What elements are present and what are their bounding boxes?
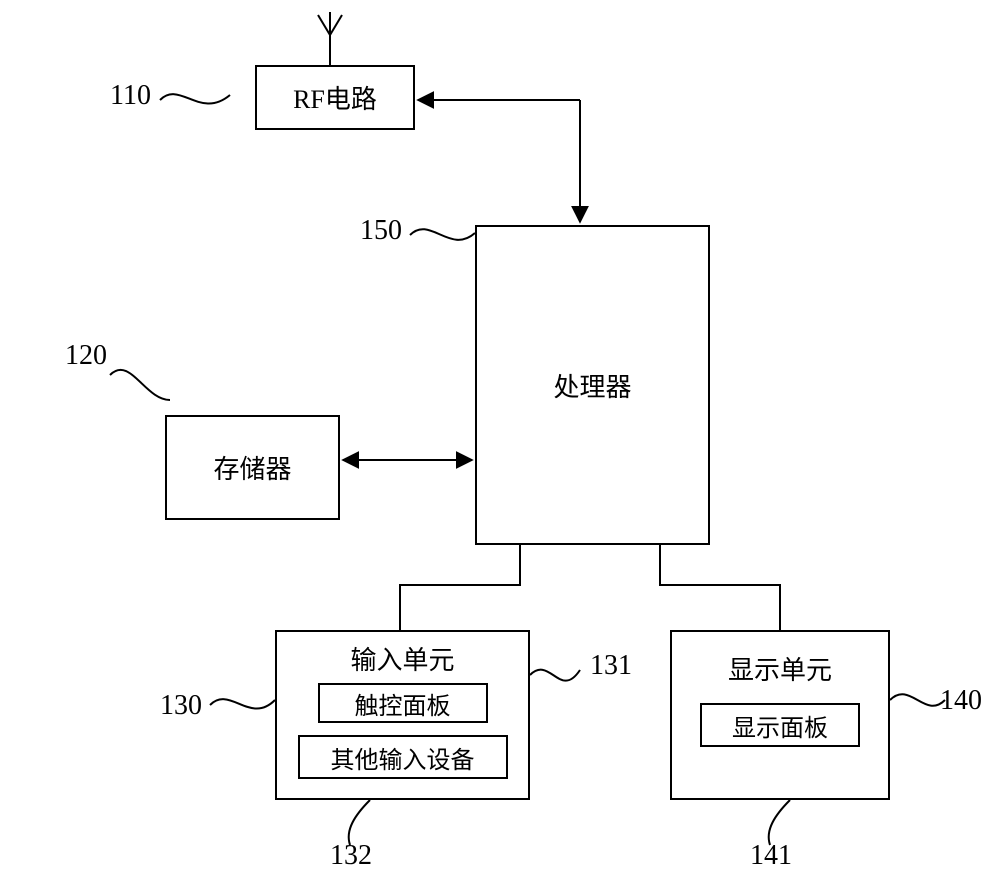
input-block: 输入单元 触控面板 其他输入设备 <box>275 630 530 800</box>
display-panel-block: 显示面板 <box>700 703 860 747</box>
mem-ref: 120 <box>65 340 107 372</box>
ref-leader-120 <box>110 370 170 400</box>
ref-leader-130 <box>210 699 275 708</box>
rf-ref: 110 <box>110 80 151 112</box>
display-panel-label: 显示面板 <box>732 708 828 743</box>
ref-leader-150 <box>410 229 475 240</box>
antenna-icon <box>318 12 342 65</box>
display-label: 显示单元 <box>728 650 832 687</box>
ref-leader-141 <box>769 800 790 845</box>
display-block: 显示单元 显示面板 <box>670 630 890 800</box>
other-input-block: 其他输入设备 <box>298 735 508 779</box>
mem-label: 存储器 <box>213 449 291 486</box>
ref-leader-110 <box>160 94 230 103</box>
proc-label: 处理器 <box>553 367 631 404</box>
block-diagram: RF电路 110 处理器 150 存储器 120 输入单元 触控面板 其他输入设… <box>0 0 1000 872</box>
conn-proc-input <box>400 545 520 630</box>
rf-block: RF电路 <box>255 65 415 130</box>
display-ref: 140 <box>940 685 982 717</box>
touch-panel-label: 触控面板 <box>355 686 451 721</box>
mem-block: 存储器 <box>165 415 340 520</box>
other-ref: 132 <box>330 840 372 872</box>
conn-proc-display <box>660 545 780 630</box>
display-panel-ref: 141 <box>750 840 792 872</box>
touch-panel-block: 触控面板 <box>318 683 488 723</box>
proc-block: 处理器 <box>475 225 710 545</box>
input-ref: 130 <box>160 690 202 722</box>
other-input-label: 其他输入设备 <box>331 740 475 775</box>
proc-ref: 150 <box>360 215 402 247</box>
conn-rf-proc <box>418 100 580 222</box>
touch-ref: 131 <box>590 650 632 682</box>
ref-leader-132 <box>349 800 370 845</box>
ref-leader-131 <box>530 670 580 681</box>
ref-leader-140 <box>890 694 945 706</box>
input-label: 输入单元 <box>350 640 454 677</box>
rf-label: RF电路 <box>293 79 377 116</box>
